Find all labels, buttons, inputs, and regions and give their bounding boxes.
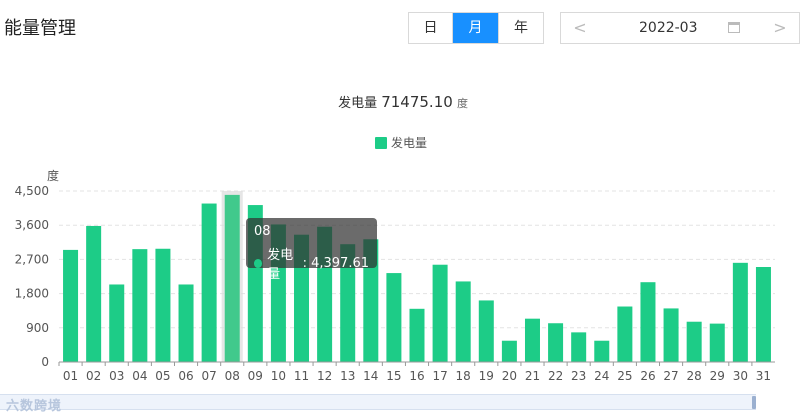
x-tick-label: 25 <box>617 369 632 383</box>
x-tick-label: 24 <box>594 369 609 383</box>
generation-bar-chart: 度 0 900 1,800 2,700 3,600 4,500 01 02 03 04 05 06 07 0… <box>15 168 775 383</box>
y-tick-label: 0 <box>41 355 49 369</box>
chart-bar <box>455 281 471 362</box>
x-tick-label: 14 <box>363 369 378 383</box>
x-tick-label: 26 <box>640 369 655 383</box>
tooltip-row: 发电量: 4,397.61 <box>254 244 369 282</box>
tooltip-series: 发电量 <box>267 248 294 282</box>
chart-bar <box>132 249 148 362</box>
chart-bar <box>732 262 748 362</box>
x-tick-label: 02 <box>86 369 101 383</box>
tooltip-category: 08 <box>254 224 271 239</box>
x-tick-label: 04 <box>132 369 147 383</box>
chart-bar <box>63 249 79 362</box>
y-tick-label: 2,700 <box>15 252 49 266</box>
chart-bar <box>432 264 448 362</box>
x-tick-label: 13 <box>340 369 355 383</box>
chart-bar <box>178 284 194 362</box>
x-tick-label: 31 <box>756 369 771 383</box>
x-tick-label: 15 <box>386 369 401 383</box>
chart-bar <box>617 306 633 362</box>
chart-bar <box>709 323 725 362</box>
x-tick-label: 18 <box>456 369 471 383</box>
chart-bar <box>386 273 402 362</box>
chart-bar <box>109 284 125 362</box>
chart-bar <box>755 267 771 362</box>
x-tick-label: 05 <box>155 369 170 383</box>
x-tick-label: 29 <box>710 369 725 383</box>
chart-bar <box>686 321 702 362</box>
x-tick-label: 17 <box>432 369 447 383</box>
y-tick-label: 4,500 <box>15 184 49 198</box>
y-axis-label: 度 <box>47 168 59 183</box>
x-tick-label: 06 <box>178 369 193 383</box>
y-tick-label: 3,600 <box>15 218 49 232</box>
x-tick-label: 11 <box>294 369 309 383</box>
zoom-handle[interactable] <box>752 396 756 409</box>
chart-bar <box>86 225 102 362</box>
tooltip-value: 4,397.61 <box>311 255 369 271</box>
y-tick-label: 1,800 <box>15 287 49 301</box>
x-tick-label: 12 <box>317 369 332 383</box>
x-tick-label: 27 <box>663 369 678 383</box>
x-tick-label: 10 <box>271 369 286 383</box>
x-tick-label: 01 <box>63 369 78 383</box>
x-tick-label: 08 <box>225 369 240 383</box>
chart-bar <box>201 203 217 362</box>
chart-bar <box>640 282 656 362</box>
chart-bar <box>478 300 494 362</box>
chart-bar <box>409 308 425 362</box>
watermark-logo: 六数跨境 <box>6 399 63 414</box>
x-tick-label: 07 <box>201 369 216 383</box>
x-tick-label: 16 <box>409 369 424 383</box>
chart-bar <box>524 318 540 362</box>
x-tick-label: 22 <box>548 369 563 383</box>
chart-bar <box>501 340 517 362</box>
chart-tooltip: 08 发电量: 4,397.61 <box>246 218 377 282</box>
x-tick-label: 19 <box>479 369 494 383</box>
x-tick-label: 03 <box>109 369 124 383</box>
tooltip-series-dot <box>254 258 263 268</box>
x-tick-label: 28 <box>687 369 702 383</box>
x-tick-label: 20 <box>502 369 517 383</box>
y-tick-label: 900 <box>26 321 49 335</box>
x-tick-label: 09 <box>248 369 263 383</box>
chart-bar <box>594 340 610 362</box>
chart-bar <box>571 332 587 362</box>
x-tick-label: 21 <box>525 369 540 383</box>
data-zoom-slider[interactable] <box>0 394 756 410</box>
chart-bar <box>663 308 679 362</box>
x-tick-label: 23 <box>571 369 586 383</box>
x-tick-label: 30 <box>733 369 748 383</box>
chart-bar <box>155 248 171 362</box>
chart-bar <box>548 323 564 362</box>
chart-bar <box>224 194 240 362</box>
tooltip-colon: : <box>302 255 312 271</box>
